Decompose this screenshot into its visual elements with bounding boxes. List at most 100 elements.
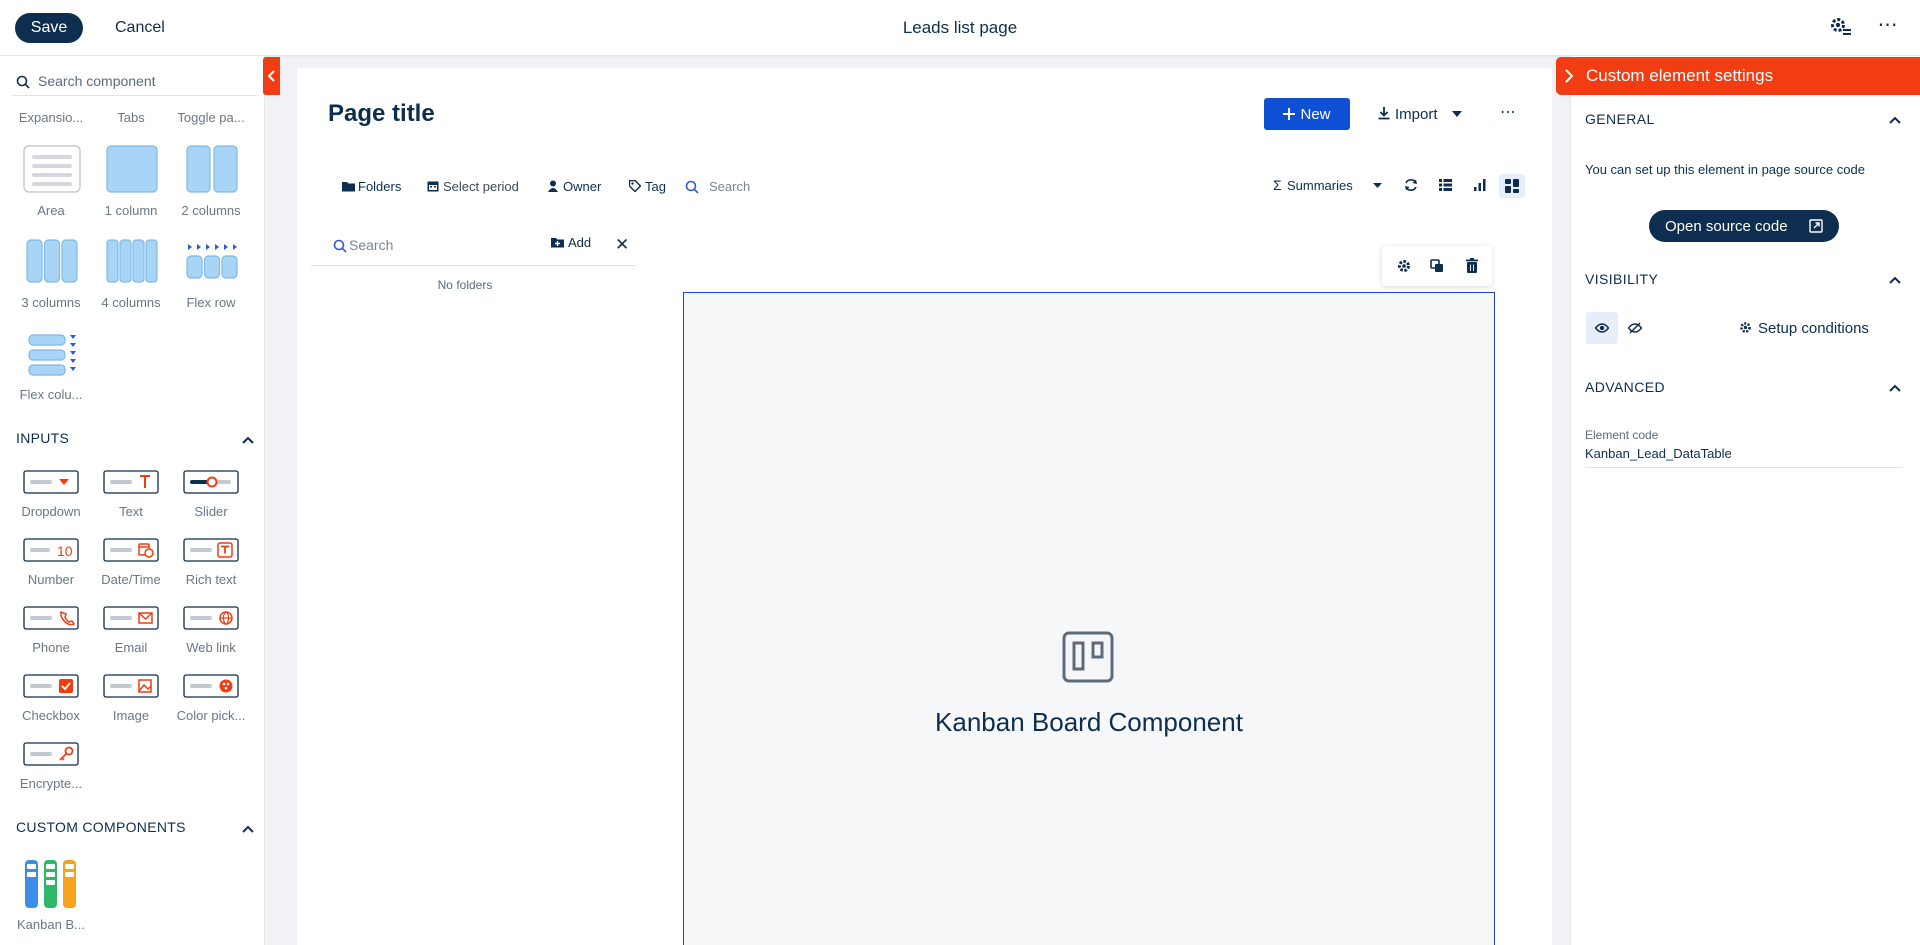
duplicate-icon[interactable]	[1427, 256, 1447, 276]
general-section-title: GENERAL	[1585, 111, 1655, 127]
open-source-code-button[interactable]: Open source code	[1649, 210, 1839, 242]
kanban-board-label: Kanban B...	[17, 917, 85, 932]
kanban-board-icon	[1062, 631, 1114, 688]
search-icon	[333, 239, 347, 253]
tag-icon	[629, 180, 641, 192]
color-picker-tile-icon[interactable]	[183, 674, 239, 703]
page-more-options-icon[interactable]: ⋯	[1494, 102, 1522, 128]
settings-panel-header: Custom element settings	[1556, 57, 1920, 95]
component-search[interactable]	[12, 66, 257, 96]
layout-item-expansion[interactable]: Expansio...	[11, 110, 91, 125]
search-component-input[interactable]	[38, 70, 248, 92]
chevron-up-icon[interactable]	[1885, 378, 1905, 398]
page-title[interactable]: Page title	[328, 100, 435, 128]
layout-item-tabs[interactable]: Tabs	[91, 110, 171, 125]
email-tile-icon[interactable]	[103, 606, 159, 635]
datetime-tile-icon[interactable]	[103, 538, 159, 567]
element-toolbar	[1382, 246, 1492, 286]
phone-label: Phone	[32, 640, 70, 655]
import-button[interactable]: Import	[1370, 98, 1478, 130]
summaries-button[interactable]: Σ Summaries	[1273, 171, 1393, 201]
settings-gear-icon[interactable]	[1828, 15, 1852, 39]
custom-components-section-title: CUSTOM COMPONENTS	[16, 819, 186, 835]
datetime-label: Date/Time	[101, 572, 161, 587]
image-tile-icon[interactable]	[103, 674, 159, 703]
page-canvas: Page title New Import ⋯ Folders Select p…	[297, 68, 1552, 945]
slider-tile-icon[interactable]	[183, 470, 239, 499]
four-columns-tile-icon[interactable]	[106, 239, 158, 288]
text-tile-icon[interactable]	[103, 470, 159, 499]
setup-conditions-button[interactable]: Setup conditions	[1738, 316, 1869, 340]
three-columns-label: 3 columns	[21, 295, 81, 310]
two-columns-label: 2 columns	[181, 203, 241, 218]
new-button-label: New	[1300, 105, 1331, 123]
number-label: Number	[27, 572, 75, 587]
external-link-icon	[1809, 219, 1823, 233]
flex-row-tile-icon[interactable]	[186, 242, 238, 287]
filter-search[interactable]: Search	[685, 176, 805, 198]
one-column-label: 1 column	[104, 203, 158, 218]
chevron-up-icon[interactable]	[1885, 110, 1905, 130]
three-columns-tile-icon[interactable]	[26, 239, 78, 288]
rich-text-label: Rich text	[185, 572, 237, 587]
chevron-up-icon[interactable]	[238, 819, 258, 839]
four-columns-label: 4 columns	[101, 295, 161, 310]
chart-view-icon[interactable]	[1468, 171, 1492, 201]
encrypted-tile-icon[interactable]	[23, 742, 79, 771]
search-icon	[16, 75, 30, 89]
area-tile-icon[interactable]	[23, 145, 81, 198]
page-name: Leads list page	[902, 18, 1018, 37]
list-view-icon[interactable]	[1434, 171, 1458, 201]
one-column-tile-icon[interactable]	[106, 145, 158, 198]
inputs-section-title: INPUTS	[16, 430, 70, 446]
add-folder-icon	[551, 238, 564, 248]
tag-filter[interactable]: Tag	[629, 176, 674, 198]
delete-icon[interactable]	[1462, 256, 1482, 276]
folders-search-input[interactable]	[349, 234, 509, 256]
folders-filter[interactable]: Folders	[342, 176, 412, 198]
flex-column-label: Flex colu...	[19, 387, 83, 402]
web-link-tile-icon[interactable]	[183, 606, 239, 635]
rich-text-tile-icon[interactable]	[183, 538, 239, 567]
visible-eye-icon[interactable]	[1586, 312, 1618, 344]
hidden-eye-icon[interactable]	[1619, 312, 1651, 344]
checkbox-label: Checkbox	[22, 708, 80, 723]
select-period-filter[interactable]: Select period	[427, 176, 527, 198]
refresh-icon[interactable]	[1399, 171, 1423, 201]
phone-tile-icon[interactable]	[23, 606, 79, 635]
layout-item-toggle-panel[interactable]: Toggle pa...	[171, 110, 251, 125]
element-settings-icon[interactable]	[1394, 256, 1414, 276]
kanban-view-icon[interactable]	[1499, 174, 1525, 198]
two-columns-tile-icon[interactable]	[186, 145, 238, 198]
chevron-up-icon[interactable]	[1885, 270, 1905, 290]
area-label: Area	[37, 203, 65, 218]
caret-down-icon	[1451, 110, 1462, 117]
sigma-icon: Σ	[1273, 177, 1282, 193]
plus-icon	[1283, 107, 1296, 120]
kanban-board-tile-icon[interactable]	[24, 859, 78, 914]
checkbox-tile-icon[interactable]	[23, 674, 79, 703]
import-button-label: Import	[1395, 105, 1438, 123]
folders-search[interactable]: Add ✕	[311, 226, 636, 266]
general-description: You can set up this element in page sour…	[1585, 162, 1865, 177]
flex-row-label: Flex row	[186, 295, 236, 310]
element-code-field[interactable]: Kanban_Lead_DataTable	[1585, 446, 1903, 468]
number-tile-icon[interactable]: 10	[23, 538, 79, 567]
download-icon	[1378, 106, 1390, 119]
new-button[interactable]: New	[1264, 98, 1350, 130]
folder-icon	[342, 182, 355, 192]
email-label: Email	[114, 640, 148, 655]
dropdown-tile-icon[interactable]	[23, 470, 79, 499]
close-icon[interactable]: ✕	[615, 235, 633, 255]
owner-filter[interactable]: Owner	[547, 176, 607, 198]
kanban-board-component[interactable]: Kanban Board Component	[683, 292, 1495, 945]
chevron-right-icon[interactable]	[1562, 68, 1576, 89]
number-glyph: 10	[57, 543, 73, 559]
add-folder-button[interactable]: Add	[551, 235, 591, 250]
more-options-icon[interactable]: ⋯	[1874, 12, 1902, 42]
element-code-label: Element code	[1585, 428, 1659, 442]
image-label: Image	[112, 708, 150, 723]
chevron-up-icon[interactable]	[238, 430, 258, 450]
flex-column-tile-icon[interactable]	[28, 334, 78, 383]
collapse-left-panel-button[interactable]	[263, 57, 280, 95]
